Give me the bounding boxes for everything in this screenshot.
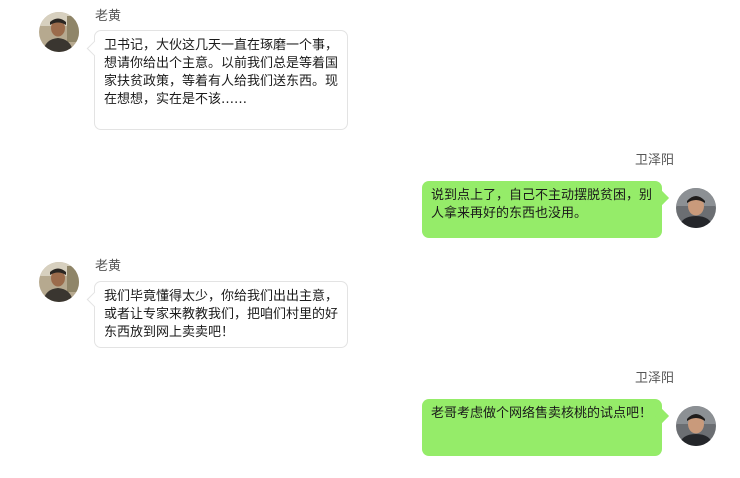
message-incoming: 老黄 我们毕竟懂得太少，你给我们出出主意，或者让专家来教教我们，把咱们村里的好东… bbox=[0, 250, 740, 355]
message-bubble[interactable]: 说到点上了，自己不主动摆脱贫困，别人拿来再好的东西也没用。 bbox=[422, 181, 662, 238]
avatar-laohuang-icon[interactable] bbox=[39, 12, 79, 52]
sender-name: 卫泽阳 bbox=[634, 371, 674, 386]
avatar-weizeyang-icon[interactable] bbox=[676, 188, 716, 228]
avatar-laohuang-icon[interactable] bbox=[39, 262, 79, 302]
message-text: 卫书记，大伙这几天一直在琢磨一个事，想请你给出个主意。以前我们总是等着国家扶贫政… bbox=[104, 38, 339, 107]
message-text: 老哥考虑做个网络售卖核桃的试点吧！ bbox=[431, 406, 653, 421]
chat-window: 老黄 卫书记，大伙这几天一直在琢磨一个事，想请你给出个主意。以前我们总是等着国家… bbox=[0, 0, 740, 478]
message-text: 说到点上了，自己不主动摆脱贫困，别人拿来再好的东西也没用。 bbox=[431, 188, 653, 221]
message-bubble[interactable]: 卫书记，大伙这几天一直在琢磨一个事，想请你给出个主意。以前我们总是等着国家扶贫政… bbox=[94, 30, 348, 130]
message-bubble[interactable]: 我们毕竟懂得太少，你给我们出出主意，或者让专家来教教我们，把咱们村里的好东西放到… bbox=[94, 281, 348, 348]
avatar-weizeyang-icon[interactable] bbox=[676, 406, 716, 446]
sender-name: 卫泽阳 bbox=[634, 153, 674, 168]
message-bubble[interactable]: 老哥考虑做个网络售卖核桃的试点吧！ bbox=[422, 399, 662, 456]
message-text: 我们毕竟懂得太少，你给我们出出主意，或者让专家来教教我们，把咱们村里的好东西放到… bbox=[104, 289, 339, 340]
sender-name: 老黄 bbox=[95, 259, 122, 274]
message-outgoing: 卫泽阳 说到点上了，自己不主动摆脱贫困，别人拿来再好的东西也没用。 bbox=[0, 150, 740, 245]
sender-name: 老黄 bbox=[95, 9, 122, 24]
message-outgoing: 卫泽阳 老哥考虑做个网络售卖核桃的试点吧！ bbox=[0, 368, 740, 468]
message-incoming: 老黄 卫书记，大伙这几天一直在琢磨一个事，想请你给出个主意。以前我们总是等着国家… bbox=[0, 0, 740, 140]
